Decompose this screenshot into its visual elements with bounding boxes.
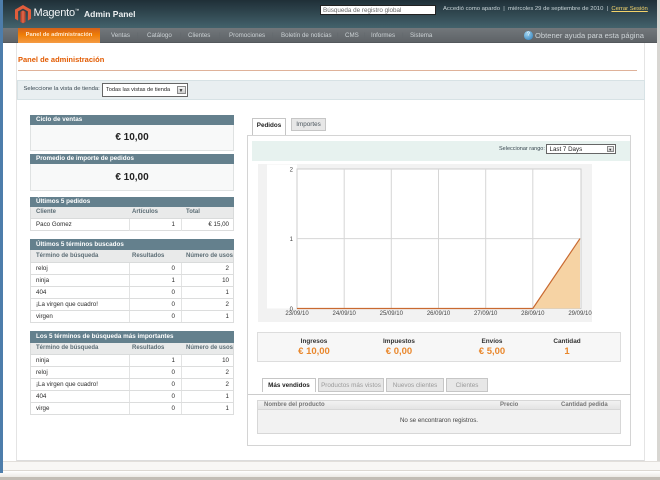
svg-text:23/09/10: 23/09/10: [285, 311, 309, 317]
svg-text:27/09/10: 27/09/10: [474, 311, 498, 317]
svg-text:24/09/10: 24/09/10: [333, 311, 357, 317]
svg-text:25/09/10: 25/09/10: [380, 311, 404, 317]
svg-text:29/09/10: 29/09/10: [568, 311, 592, 317]
svg-text:28/09/10: 28/09/10: [521, 311, 545, 317]
svg-text:26/09/10: 26/09/10: [427, 311, 451, 317]
